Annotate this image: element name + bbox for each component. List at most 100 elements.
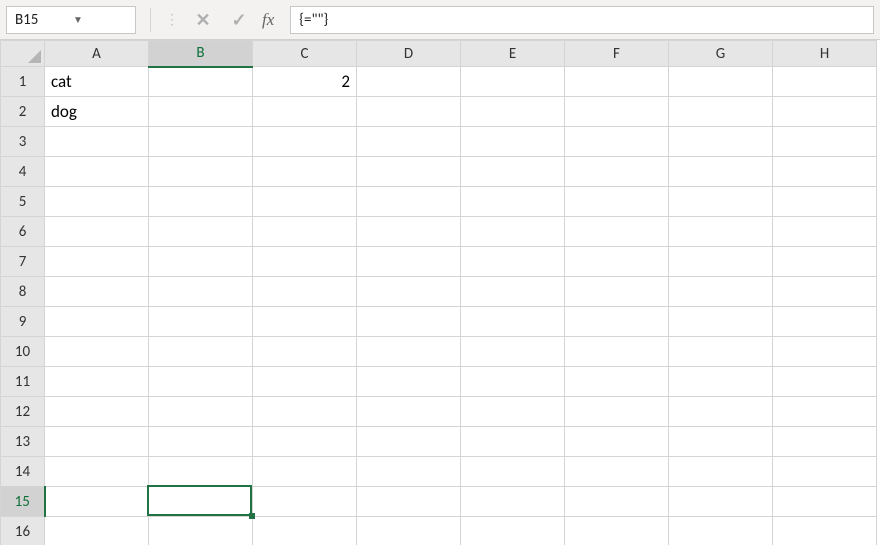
cell-G5[interactable] [669,187,773,217]
spreadsheet-grid[interactable]: ABCDEFGH1cat22dog345678910111213141516 [0,40,880,545]
cell-F11[interactable] [565,367,669,397]
cell-B8[interactable] [149,277,253,307]
cell-H9[interactable] [773,307,877,337]
cell-C5[interactable] [253,187,357,217]
cell-H10[interactable] [773,337,877,367]
cell-A3[interactable] [45,127,149,157]
cell-D13[interactable] [357,427,461,457]
cell-F4[interactable] [565,157,669,187]
cell-E7[interactable] [461,247,565,277]
cell-E12[interactable] [461,397,565,427]
cell-H2[interactable] [773,97,877,127]
cell-H1[interactable] [773,67,877,97]
cell-E11[interactable] [461,367,565,397]
cell-F10[interactable] [565,337,669,367]
cell-D14[interactable] [357,457,461,487]
cell-A12[interactable] [45,397,149,427]
cell-A10[interactable] [45,337,149,367]
cell-B16[interactable] [149,517,253,545]
cell-A16[interactable] [45,517,149,545]
cell-A9[interactable] [45,307,149,337]
cell-H13[interactable] [773,427,877,457]
cell-D16[interactable] [357,517,461,545]
cell-D4[interactable] [357,157,461,187]
cell-G3[interactable] [669,127,773,157]
cell-E5[interactable] [461,187,565,217]
cell-C3[interactable] [253,127,357,157]
cell-C9[interactable] [253,307,357,337]
cell-A1[interactable]: cat [45,67,149,97]
cell-B1[interactable] [149,67,253,97]
cell-A7[interactable] [45,247,149,277]
row-header-3[interactable]: 3 [1,127,45,157]
cell-C16[interactable] [253,517,357,545]
cell-G13[interactable] [669,427,773,457]
formula-bar[interactable]: {=""} [290,6,874,34]
cell-C6[interactable] [253,217,357,247]
cancel-formula-button[interactable]: ✕ [190,9,216,31]
cell-D12[interactable] [357,397,461,427]
cell-H15[interactable] [773,487,877,517]
cell-G14[interactable] [669,457,773,487]
cell-A4[interactable] [45,157,149,187]
cell-C1[interactable]: 2 [253,67,357,97]
cell-F8[interactable] [565,277,669,307]
cell-A6[interactable] [45,217,149,247]
row-header-5[interactable]: 5 [1,187,45,217]
row-header-6[interactable]: 6 [1,217,45,247]
cell-G2[interactable] [669,97,773,127]
cell-A11[interactable] [45,367,149,397]
cell-D11[interactable] [357,367,461,397]
cell-E6[interactable] [461,217,565,247]
cell-G9[interactable] [669,307,773,337]
cell-F13[interactable] [565,427,669,457]
cell-D8[interactable] [357,277,461,307]
column-header-H[interactable]: H [773,41,877,67]
cell-D10[interactable] [357,337,461,367]
cell-F9[interactable] [565,307,669,337]
row-header-2[interactable]: 2 [1,97,45,127]
cell-E15[interactable] [461,487,565,517]
cell-F1[interactable] [565,67,669,97]
row-header-14[interactable]: 14 [1,457,45,487]
cell-F5[interactable] [565,187,669,217]
cell-C10[interactable] [253,337,357,367]
cell-C7[interactable] [253,247,357,277]
cell-G12[interactable] [669,397,773,427]
cell-A2[interactable]: dog [45,97,149,127]
cell-F3[interactable] [565,127,669,157]
cell-F6[interactable] [565,217,669,247]
cell-E10[interactable] [461,337,565,367]
row-header-10[interactable]: 10 [1,337,45,367]
enter-formula-button[interactable]: ✓ [226,9,252,31]
cell-A14[interactable] [45,457,149,487]
cell-E9[interactable] [461,307,565,337]
cell-D9[interactable] [357,307,461,337]
cell-G16[interactable] [669,517,773,545]
cell-H5[interactable] [773,187,877,217]
cell-E2[interactable] [461,97,565,127]
cell-G4[interactable] [669,157,773,187]
cell-H16[interactable] [773,517,877,545]
select-all-corner[interactable] [1,41,45,67]
cell-H12[interactable] [773,397,877,427]
row-header-8[interactable]: 8 [1,277,45,307]
cell-H6[interactable] [773,217,877,247]
cell-E13[interactable] [461,427,565,457]
cell-H3[interactable] [773,127,877,157]
cell-G15[interactable] [669,487,773,517]
cell-C13[interactable] [253,427,357,457]
cell-C11[interactable] [253,367,357,397]
cell-D1[interactable] [357,67,461,97]
cell-G10[interactable] [669,337,773,367]
cell-B14[interactable] [149,457,253,487]
row-header-16[interactable]: 16 [1,517,45,545]
cell-H4[interactable] [773,157,877,187]
cell-F14[interactable] [565,457,669,487]
row-header-15[interactable]: 15 [1,487,45,517]
cell-A13[interactable] [45,427,149,457]
cell-F2[interactable] [565,97,669,127]
cell-C15[interactable] [253,487,357,517]
cell-G1[interactable] [669,67,773,97]
cell-B3[interactable] [149,127,253,157]
